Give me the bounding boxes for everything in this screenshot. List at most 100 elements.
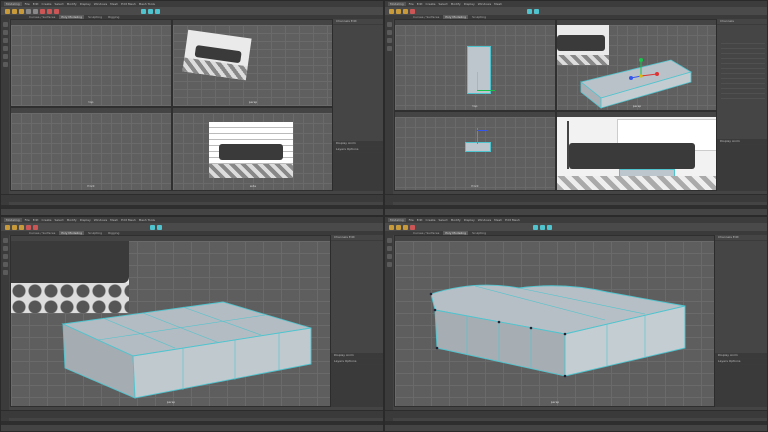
menu-edit-mesh[interactable]: Edit Mesh [121, 2, 136, 6]
select-tool-icon[interactable] [386, 22, 392, 27]
command-line[interactable] [385, 421, 767, 425]
open-scene-icon[interactable] [396, 224, 401, 230]
snap-grid-icon[interactable] [26, 224, 31, 230]
menu-display[interactable]: Display [80, 2, 91, 6]
menu-display[interactable]: Display [80, 218, 91, 222]
command-line[interactable] [385, 205, 767, 209]
tab-channels[interactable]: Channels [718, 235, 732, 239]
menu-file[interactable]: File [25, 218, 30, 222]
render-settings-icon[interactable] [155, 8, 160, 14]
tab-display[interactable]: Display [720, 139, 731, 143]
menu-windows[interactable]: Windows [94, 2, 107, 6]
ipr-render-icon[interactable] [148, 8, 153, 14]
new-scene-icon[interactable] [389, 224, 394, 230]
channel-box-tabs[interactable]: Channels [717, 19, 767, 25]
move-tool-icon[interactable] [2, 254, 8, 259]
menu-options[interactable]: Options [347, 147, 359, 151]
menu-file[interactable]: File [409, 218, 414, 222]
rotate-tool-icon[interactable] [386, 38, 392, 43]
menu-windows[interactable]: Windows [478, 2, 491, 6]
open-scene-icon[interactable] [396, 8, 401, 14]
new-scene-icon[interactable] [389, 8, 394, 14]
menu-options[interactable]: Options [729, 359, 741, 363]
tab-channels[interactable]: Channels [336, 19, 350, 23]
tab-channels[interactable]: Channels [720, 19, 734, 23]
render-icon[interactable] [533, 224, 538, 230]
command-line[interactable] [1, 205, 383, 209]
move-tool-icon[interactable] [386, 246, 392, 251]
menu-modify[interactable]: Modify [67, 218, 77, 222]
menu-file[interactable]: File [409, 2, 414, 6]
menu-create[interactable]: Create [426, 218, 436, 222]
tab-anim[interactable]: Anim [732, 139, 740, 143]
viewport-front[interactable]: front [394, 111, 556, 191]
render-icon[interactable] [141, 8, 146, 14]
menu-display[interactable]: Display [464, 2, 475, 6]
menu-layers[interactable]: Layers [718, 359, 728, 363]
menu-mesh-tools[interactable]: Mesh Tools [139, 218, 155, 222]
menu-windows[interactable]: Windows [94, 218, 107, 222]
redo-icon[interactable] [33, 8, 38, 14]
menu-create[interactable]: Create [42, 218, 52, 222]
tab-display[interactable]: Display [718, 353, 729, 357]
tab-edit[interactable]: Edit [733, 235, 739, 239]
ipr-render-icon[interactable] [534, 8, 539, 14]
scale-tool-icon[interactable] [386, 262, 392, 267]
open-scene-icon[interactable] [12, 224, 17, 230]
scale-tool-icon[interactable] [386, 46, 392, 51]
menu-modify[interactable]: Modify [451, 218, 461, 222]
tab-anim[interactable]: Anim [730, 353, 738, 357]
scale-tool-icon[interactable] [2, 270, 8, 275]
menu-mesh[interactable]: Mesh [494, 2, 502, 6]
time-slider[interactable] [1, 194, 383, 202]
tab-anim[interactable]: Anim [346, 353, 354, 357]
workspace-selector[interactable]: Modeling [388, 2, 406, 6]
new-scene-icon[interactable] [5, 224, 10, 230]
viewport-persp[interactable]: persp [172, 19, 334, 107]
save-scene-icon[interactable] [19, 224, 24, 230]
workspace-selector[interactable]: Modeling [4, 218, 22, 222]
viewport-persp[interactable]: persp [556, 19, 718, 111]
menu-select[interactable]: Select [54, 218, 63, 222]
viewport-persp[interactable]: persp [394, 235, 716, 407]
workspace-selector[interactable]: Modeling [4, 2, 22, 6]
tab-anim[interactable]: Anim [348, 141, 356, 145]
paint-select-icon[interactable] [2, 38, 8, 43]
menu-select[interactable]: Select [438, 218, 447, 222]
menu-create[interactable]: Create [42, 2, 52, 6]
menu-mesh[interactable]: Mesh [494, 218, 502, 222]
menu-layers[interactable]: Layers [334, 359, 344, 363]
menu-select[interactable]: Select [438, 2, 447, 6]
select-tool-icon[interactable] [2, 238, 8, 243]
rotate-tool-icon[interactable] [2, 262, 8, 267]
channel-box-tabs[interactable]: Channels Edit [331, 235, 383, 241]
render-icon[interactable] [150, 224, 155, 230]
undo-icon[interactable] [26, 8, 31, 14]
save-scene-icon[interactable] [19, 8, 24, 14]
scale-tool-icon[interactable] [2, 62, 8, 67]
rotate-tool-icon[interactable] [386, 254, 392, 259]
menu-edit[interactable]: Edit [417, 2, 423, 6]
tab-channels[interactable]: Channels [334, 235, 348, 239]
open-scene-icon[interactable] [12, 8, 17, 14]
move-tool-icon[interactable] [2, 46, 8, 51]
snap-curve-icon[interactable] [47, 8, 52, 14]
time-slider[interactable] [385, 194, 767, 202]
menu-edit[interactable]: Edit [33, 218, 39, 222]
select-tool-icon[interactable] [2, 22, 8, 27]
viewport-top[interactable]: top [394, 19, 556, 111]
viewport-side[interactable]: side [172, 107, 334, 191]
time-slider[interactable] [1, 410, 383, 418]
viewport-top[interactable]: top [10, 19, 172, 107]
move-tool-icon[interactable] [386, 30, 392, 35]
lasso-tool-icon[interactable] [2, 30, 8, 35]
menu-windows[interactable]: Windows [478, 218, 491, 222]
menu-file[interactable]: File [25, 2, 30, 6]
menu-mesh-tools[interactable]: Mesh Tools [139, 2, 155, 6]
tab-edit[interactable]: Edit [351, 19, 357, 23]
menu-mesh[interactable]: Mesh [110, 2, 118, 6]
snap-point-icon[interactable] [54, 8, 59, 14]
tab-edit[interactable]: Edit [349, 235, 355, 239]
time-slider[interactable] [385, 410, 767, 418]
save-scene-icon[interactable] [403, 224, 408, 230]
